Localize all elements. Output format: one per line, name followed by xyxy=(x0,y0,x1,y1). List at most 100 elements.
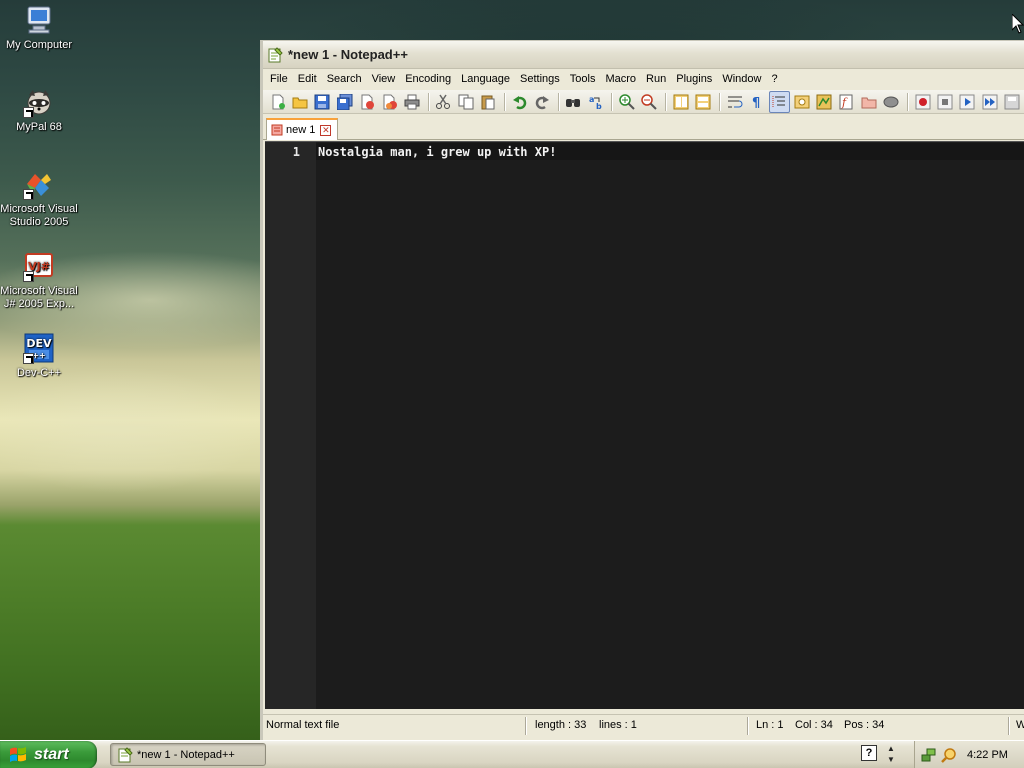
new-file-icon[interactable] xyxy=(267,91,288,113)
redo-icon[interactable] xyxy=(531,91,552,113)
taskbar: start *new 1 - Notepad++ ? ▲ ▼ 4:22 PM xyxy=(0,740,1024,768)
replace-icon[interactable]: ab xyxy=(585,91,606,113)
status-eol-format: W xyxy=(1016,719,1024,731)
network-icon[interactable] xyxy=(921,747,937,763)
notepad-plus-plus-icon xyxy=(118,746,133,762)
title-bar[interactable]: *new 1 - Notepad++ xyxy=(263,41,1024,69)
status-divider xyxy=(1008,717,1010,735)
shortcut-arrow-icon xyxy=(23,189,34,200)
menu-view[interactable]: View xyxy=(367,70,401,88)
clock[interactable]: 4:22 PM xyxy=(967,749,1008,761)
language-bar-options-icon[interactable]: ▲ ▼ xyxy=(884,743,898,765)
run-macro-multiple-icon[interactable] xyxy=(979,91,1000,113)
tab-new-1[interactable]: new 1 ✕ xyxy=(266,118,338,140)
status-column: Col : 34 xyxy=(795,719,833,731)
tab-close-icon[interactable]: ✕ xyxy=(320,124,332,136)
menu-tools[interactable]: Tools xyxy=(565,70,601,88)
status-line-position: Ln : 1 xyxy=(756,719,784,731)
window-title: *new 1 - Notepad++ xyxy=(288,47,408,62)
taskbar-button-label: *new 1 - Notepad++ xyxy=(137,748,235,761)
my-computer-icon xyxy=(23,4,55,36)
monitoring-icon[interactable] xyxy=(881,91,902,113)
document-map-icon[interactable] xyxy=(813,91,834,113)
desktop-icon-visual-studio[interactable]: Microsoft Visual Studio 2005 xyxy=(0,168,78,229)
save-macro-icon[interactable] xyxy=(1002,91,1023,113)
save-all-icon[interactable] xyxy=(334,91,355,113)
desktop-icon-label: Dev-C++ xyxy=(16,367,62,379)
dev-cpp-icon: DEV ++ xyxy=(23,332,55,364)
notepad-plus-plus-window[interactable]: *new 1 - Notepad++ File Edit Search View… xyxy=(260,40,1024,740)
desktop-icon-my-computer[interactable]: My Computer xyxy=(0,4,78,52)
folder-workspace-icon[interactable] xyxy=(858,91,879,113)
toolbar-separator xyxy=(906,92,908,111)
desktop-icon-label: My Computer xyxy=(5,39,73,51)
svg-text:a: a xyxy=(589,95,594,104)
paste-icon[interactable] xyxy=(477,91,498,113)
toolbar: ab ¶ f xyxy=(263,90,1024,114)
shortcut-arrow-icon xyxy=(23,107,34,118)
save-icon[interactable] xyxy=(312,91,333,113)
search-magnifier-icon[interactable] xyxy=(941,747,957,763)
svg-text:DEV: DEV xyxy=(26,337,52,350)
menu-run[interactable]: Run xyxy=(641,70,671,88)
record-macro-icon[interactable] xyxy=(912,91,933,113)
mouse-cursor-icon xyxy=(1012,14,1024,34)
close-icon[interactable] xyxy=(357,91,378,113)
svg-text:++: ++ xyxy=(32,351,45,360)
status-lines: lines : 1 xyxy=(599,719,637,731)
menu-edit[interactable]: Edit xyxy=(293,70,322,88)
zoom-in-icon[interactable] xyxy=(616,91,637,113)
visual-studio-icon xyxy=(23,168,55,200)
menu-macro[interactable]: Macro xyxy=(600,70,641,88)
desktop-icon-dev-cpp[interactable]: DEV ++ Dev-C++ xyxy=(0,332,78,380)
menu-file[interactable]: File xyxy=(265,70,293,88)
menu-language[interactable]: Language xyxy=(456,70,515,88)
zoom-out-icon[interactable] xyxy=(639,91,660,113)
copy-icon[interactable] xyxy=(455,91,476,113)
line-number-gutter: 1 xyxy=(265,142,316,709)
toolbar-separator xyxy=(427,92,429,111)
start-button[interactable]: start xyxy=(0,741,97,768)
function-list-icon[interactable]: f xyxy=(836,91,857,113)
desktop-icon-label: Microsoft Visual Studio 2005 xyxy=(0,203,78,228)
user-language-icon[interactable] xyxy=(791,91,812,113)
sync-horizontal-icon[interactable] xyxy=(692,91,713,113)
cut-icon[interactable] xyxy=(433,91,454,113)
taskbar-button-notepad-plus-plus[interactable]: *new 1 - Notepad++ xyxy=(110,743,266,766)
show-all-chars-icon[interactable]: ¶ xyxy=(746,91,767,113)
status-divider xyxy=(525,717,527,735)
line-number: 1 xyxy=(292,145,300,159)
editor-text[interactable]: Nostalgia man, i grew up with XP! xyxy=(318,145,556,159)
menu-settings[interactable]: Settings xyxy=(515,70,565,88)
toolbar-separator xyxy=(557,92,559,111)
menu-window[interactable]: Window xyxy=(717,70,766,88)
open-file-icon[interactable] xyxy=(289,91,310,113)
language-bar-help-icon[interactable]: ? xyxy=(861,745,877,761)
desktop-icon-mypal[interactable]: MyPal 68 xyxy=(0,86,78,134)
menu-encoding[interactable]: Encoding xyxy=(400,70,456,88)
tab-strip: new 1 ✕ xyxy=(263,116,1024,140)
print-icon[interactable] xyxy=(401,91,422,113)
undo-icon[interactable] xyxy=(509,91,530,113)
menu-search[interactable]: Search xyxy=(322,70,367,88)
menu-plugins[interactable]: Plugins xyxy=(671,70,717,88)
desktop-icon-label: Microsoft Visual J# 2005 Exp... xyxy=(0,285,78,310)
editor-area[interactable]: 1 Nostalgia man, i grew up with XP! xyxy=(265,141,1024,709)
desktop-icon-label: MyPal 68 xyxy=(16,121,62,133)
notepad-plus-plus-icon xyxy=(268,46,283,62)
play-macro-icon[interactable] xyxy=(957,91,978,113)
windows-logo-icon xyxy=(10,747,26,762)
desktop-icon-visual-jsharp[interactable]: VJ# Microsoft Visual J# 2005 Exp... xyxy=(0,250,78,311)
menu-help[interactable]: ? xyxy=(766,70,782,88)
toolbar-separator xyxy=(665,92,667,111)
status-bar: Normal text file length : 33 lines : 1 L… xyxy=(263,714,1024,736)
sync-vertical-icon[interactable] xyxy=(670,91,691,113)
close-all-icon[interactable] xyxy=(379,91,400,113)
stop-macro-icon[interactable] xyxy=(934,91,955,113)
shortcut-arrow-icon xyxy=(23,353,34,364)
indent-guide-icon[interactable] xyxy=(768,90,791,113)
status-position: Pos : 34 xyxy=(844,719,885,731)
find-icon[interactable] xyxy=(563,91,584,113)
system-tray: 4:22 PM xyxy=(914,741,1024,768)
word-wrap-icon[interactable] xyxy=(724,91,745,113)
